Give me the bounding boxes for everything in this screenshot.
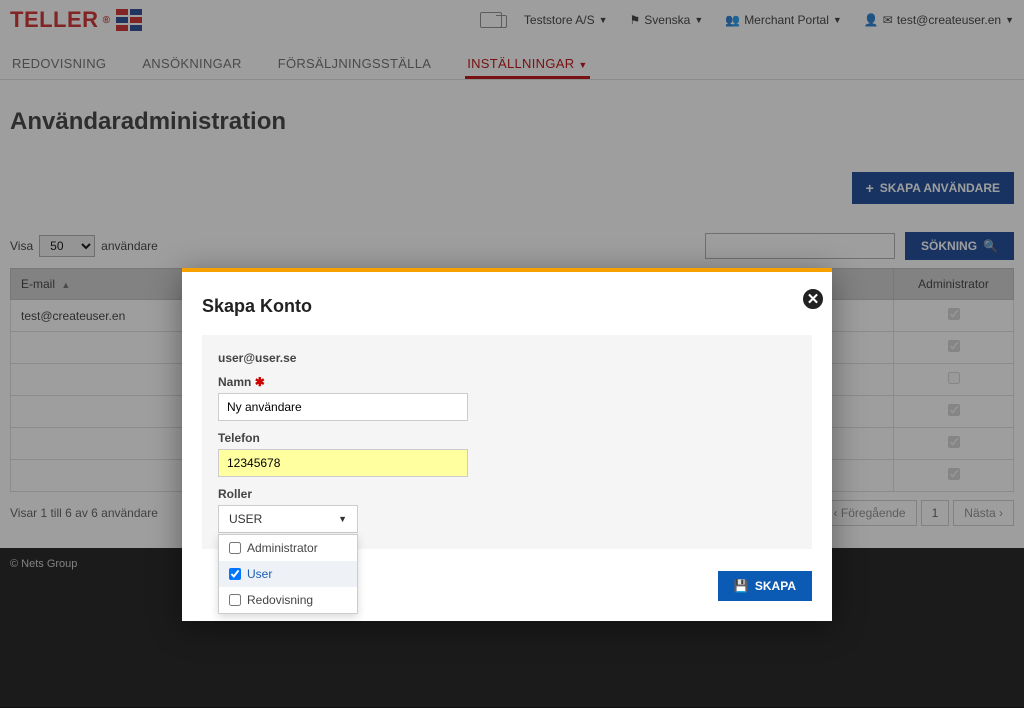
roles-selected: USER (229, 512, 262, 526)
account-form: user@user.se Namn ✱ Telefon Roller USER … (202, 335, 812, 549)
roles-dropdown[interactable]: USER Administrator User Redovisning (218, 505, 358, 533)
save-icon: 💾 (734, 579, 749, 593)
modal-close-button[interactable]: ✕ (800, 286, 826, 312)
create-account-modal: ✕ Skapa Konto user@user.se Namn ✱ Telefo… (182, 268, 832, 621)
roles-label: Roller (218, 487, 796, 501)
role-checkbox[interactable] (229, 594, 241, 606)
role-checkbox[interactable] (229, 568, 241, 580)
roles-dropdown-toggle[interactable]: USER (218, 505, 358, 533)
create-button[interactable]: 💾 SKAPA (718, 571, 812, 601)
name-input[interactable] (218, 393, 468, 421)
role-option-user[interactable]: User (219, 561, 357, 587)
phone-input[interactable] (218, 449, 468, 477)
phone-label: Telefon (218, 431, 796, 445)
role-option-redovisning[interactable]: Redovisning (219, 587, 357, 613)
role-checkbox[interactable] (229, 542, 241, 554)
create-label: SKAPA (755, 579, 796, 593)
close-icon: ✕ (807, 290, 820, 308)
role-option-administrator[interactable]: Administrator (219, 535, 357, 561)
account-email: user@user.se (218, 351, 796, 365)
name-label: Namn ✱ (218, 375, 796, 389)
modal-title: Skapa Konto (202, 296, 812, 317)
required-icon: ✱ (255, 375, 265, 389)
roles-dropdown-menu: Administrator User Redovisning (218, 534, 358, 614)
